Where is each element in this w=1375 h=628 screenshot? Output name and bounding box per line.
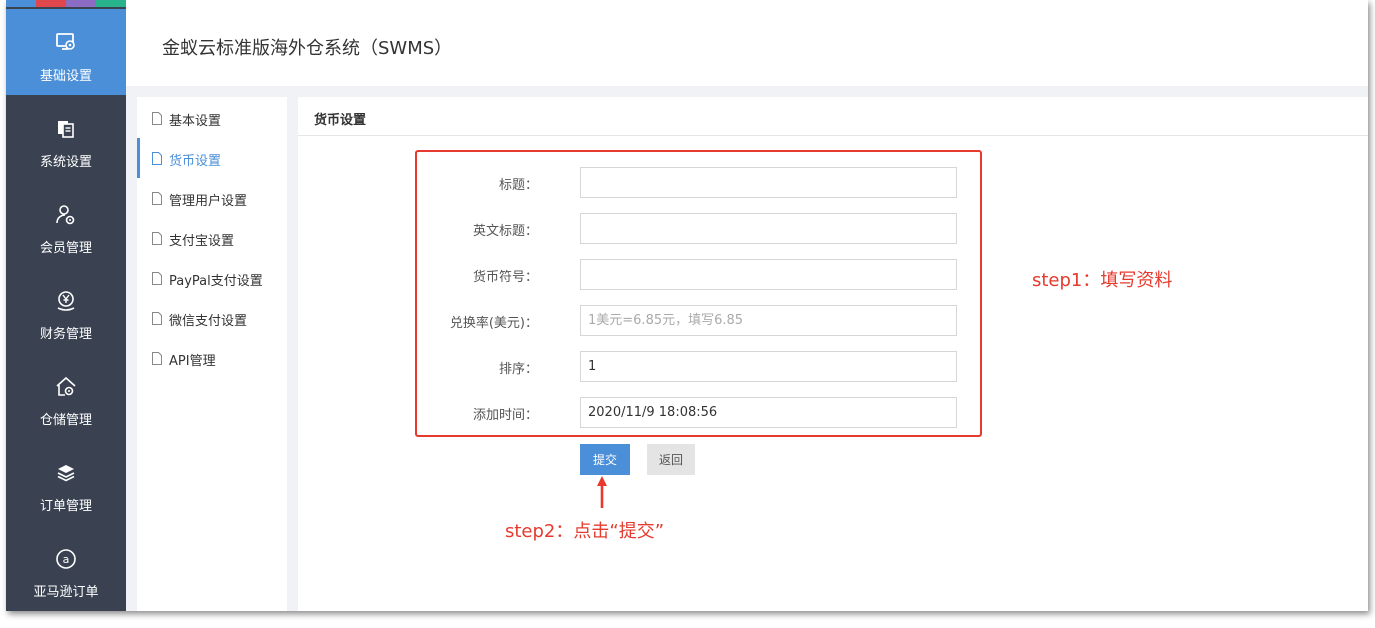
created-time-input[interactable]	[580, 397, 957, 428]
submenu-label: 支付宝设置	[169, 234, 235, 249]
document-icon	[152, 232, 162, 245]
nav-label: 亚马逊订单	[33, 585, 99, 600]
nav-label: 系统设置	[39, 155, 92, 170]
document-icon	[152, 152, 162, 165]
form-row-title: 标题：	[298, 167, 998, 198]
nav-item-finance-management[interactable]: 财务管理	[6, 267, 126, 353]
nav-item-member-management[interactable]: 会员管理	[6, 181, 126, 267]
field-label: 英文标题：	[472, 224, 538, 239]
title-input[interactable]	[580, 167, 957, 198]
form-row-currency-symbol: 货币符号：	[298, 259, 998, 290]
document-icon	[152, 352, 162, 365]
amazon-icon: a	[56, 549, 76, 569]
back-button[interactable]: 返回	[647, 444, 695, 475]
step1-annotation: step1：填写资料	[1032, 270, 1173, 291]
submenu-item-currency[interactable]: 货币设置	[137, 138, 287, 178]
submenu-label: PayPal支付设置	[169, 274, 263, 289]
field-label: 添加时间：	[472, 408, 538, 423]
panel-title: 货币设置	[314, 113, 367, 128]
exchange-rate-input[interactable]	[580, 305, 957, 336]
app-title: 金蚁云标准版海外仓系统（SWMS）	[162, 38, 453, 59]
sort-order-input[interactable]	[580, 351, 957, 382]
color-strip-blue	[6, 0, 36, 7]
submenu-label: 管理用户设置	[169, 194, 248, 209]
submenu-label: 微信支付设置	[169, 314, 248, 329]
monitor-gear-icon	[56, 33, 75, 50]
currency-symbol-input[interactable]	[580, 259, 957, 290]
step2-annotation: step2：点击“提交”	[505, 521, 665, 542]
user-gear-icon	[56, 205, 75, 225]
nav-label: 会员管理	[39, 241, 92, 256]
warehouse-gear-icon	[56, 376, 76, 396]
nav-label: 仓储管理	[39, 413, 92, 428]
panel-header: 货币设置	[298, 97, 1368, 136]
color-strip-green	[96, 0, 126, 7]
arrow-up-icon	[597, 476, 607, 508]
submenu-item-basic[interactable]: 基本设置	[137, 98, 287, 138]
submit-button[interactable]: 提交	[580, 444, 630, 475]
document-icon	[152, 112, 162, 125]
field-label: 排序：	[498, 362, 538, 377]
submenu-item-paypal[interactable]: PayPal支付设置	[137, 258, 287, 298]
submenu-label: 基本设置	[169, 114, 222, 129]
nav-label: 财务管理	[39, 327, 92, 342]
yen-hand-icon	[57, 291, 75, 311]
nav-label: 订单管理	[39, 499, 92, 514]
color-strip-red	[36, 0, 66, 7]
submenu-item-api[interactable]: API管理	[137, 338, 287, 378]
nav-item-amazon-orders[interactable]: a 亚马逊订单	[6, 525, 126, 611]
color-strip	[6, 0, 126, 7]
field-label: 货币符号：	[472, 270, 538, 285]
submenu-item-wechat-pay[interactable]: 微信支付设置	[137, 298, 287, 338]
document-icon	[152, 272, 162, 285]
app-window: 基础设置 系统设置 会员管理 财务管理 仓储管理 订单管理 a 亚马逊订单 金蚁…	[6, 0, 1368, 611]
submenu-label: API管理	[169, 354, 216, 369]
header: 金蚁云标准版海外仓系统（SWMS）	[126, 0, 1368, 86]
submenu-label: 货币设置	[169, 154, 222, 169]
settings-submenu: 基本设置 货币设置 管理用户设置 支付宝设置 PayPal支付设置 微信支付设置…	[137, 97, 287, 611]
form-row-created-time: 添加时间：	[298, 397, 998, 428]
documents-icon	[58, 121, 74, 138]
currency-settings-panel: 货币设置 标题： 英文标题： 货币符号： 兑换率(美元)： 排序： 添加时间： …	[298, 97, 1368, 611]
form-row-exchange-rate: 兑换率(美元)：	[298, 305, 998, 336]
nav-item-warehouse-management[interactable]: 仓储管理	[6, 353, 126, 439]
field-label: 兑换率(美元)：	[449, 316, 538, 331]
color-strip-purple	[66, 0, 96, 7]
submenu-item-admin-users[interactable]: 管理用户设置	[137, 178, 287, 218]
nav-item-system-settings[interactable]: 系统设置	[6, 95, 126, 181]
form-row-sort-order: 排序：	[298, 351, 998, 382]
layers-icon	[57, 465, 75, 482]
nav-label: 基础设置	[39, 69, 92, 84]
main-sidebar: 基础设置 系统设置 会员管理 财务管理 仓储管理 订单管理 a 亚马逊订单	[6, 0, 126, 611]
nav-item-order-management[interactable]: 订单管理	[6, 439, 126, 525]
svg-text:a: a	[63, 553, 70, 566]
field-label: 标题：	[498, 178, 538, 193]
document-icon	[152, 312, 162, 325]
form-row-english-title: 英文标题：	[298, 213, 998, 244]
english-title-input[interactable]	[580, 213, 957, 244]
submenu-item-alipay[interactable]: 支付宝设置	[137, 218, 287, 258]
document-icon	[152, 192, 162, 205]
nav-item-basic-settings[interactable]: 基础设置	[6, 9, 126, 95]
